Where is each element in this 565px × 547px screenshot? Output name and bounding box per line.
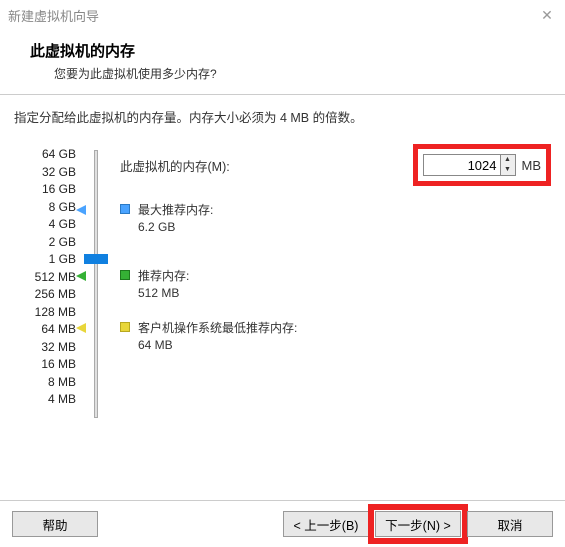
rec-value: 512 MB (138, 285, 189, 302)
memory-input-highlight: ▲ ▼ MB (413, 144, 552, 186)
max-value: 6.2 GB (138, 219, 213, 236)
instruction-text: 指定分配给此虚拟机的内存量。内存大小必须为 4 MB 的倍数。 (14, 107, 551, 126)
min-marker-icon (76, 322, 90, 334)
memory-scale: 64 GB32 GB16 GB8 GB4 GB2 GB1 GB512 MB256… (14, 144, 76, 409)
spinner-down-icon[interactable]: ▼ (501, 165, 515, 175)
cancel-button[interactable]: 取消 (467, 511, 553, 537)
max-marker-icon (76, 204, 90, 216)
scale-tick: 32 MB (14, 339, 76, 357)
window-title: 新建虚拟机向导 (8, 6, 537, 25)
scale-tick: 16 GB (14, 181, 76, 199)
min-value: 64 MB (138, 337, 297, 354)
memory-input[interactable] (423, 154, 501, 176)
max-color-icon (120, 204, 130, 214)
rec-label: 推荐内存: (138, 268, 189, 285)
min-recommendation: 客户机操作系统最低推荐内存: 64 MB (120, 320, 297, 354)
scale-tick: 2 GB (14, 234, 76, 252)
max-recommendation: 最大推荐内存: 6.2 GB (120, 202, 213, 236)
help-button[interactable]: 帮助 (12, 511, 98, 537)
scale-tick: 8 MB (14, 374, 76, 392)
memory-slider[interactable] (76, 144, 116, 424)
scale-tick: 256 MB (14, 286, 76, 304)
close-icon[interactable]: ✕ (537, 7, 557, 24)
scale-tick: 4 GB (14, 216, 76, 234)
page-subtitle: 您要为此虚拟机使用多少内存? (30, 65, 565, 82)
slider-thumb[interactable] (84, 254, 108, 264)
memory-spinner[interactable]: ▲ ▼ (501, 154, 516, 176)
page-title: 此虚拟机的内存 (30, 40, 565, 61)
recommended-recommendation: 推荐内存: 512 MB (120, 268, 189, 302)
rec-color-icon (120, 270, 130, 280)
scale-tick: 8 GB (14, 199, 76, 217)
next-button[interactable]: 下一步(N) > (375, 511, 461, 537)
scale-tick: 16 MB (14, 356, 76, 374)
scale-tick: 128 MB (14, 304, 76, 322)
slider-track (94, 150, 98, 418)
scale-tick: 32 GB (14, 164, 76, 182)
memory-unit: MB (522, 158, 542, 173)
max-label: 最大推荐内存: (138, 202, 213, 219)
min-label: 客户机操作系统最低推荐内存: (138, 320, 297, 337)
rec-marker-icon (76, 270, 90, 282)
scale-tick: 64 MB (14, 321, 76, 339)
back-button[interactable]: < 上一步(B) (283, 511, 369, 537)
memory-field-label: 此虚拟机的内存(M): (120, 156, 413, 175)
spinner-up-icon[interactable]: ▲ (501, 155, 515, 165)
min-color-icon (120, 322, 130, 332)
scale-tick: 512 MB (14, 269, 76, 287)
scale-tick: 64 GB (14, 146, 76, 164)
scale-tick: 4 MB (14, 391, 76, 409)
scale-tick: 1 GB (14, 251, 76, 269)
